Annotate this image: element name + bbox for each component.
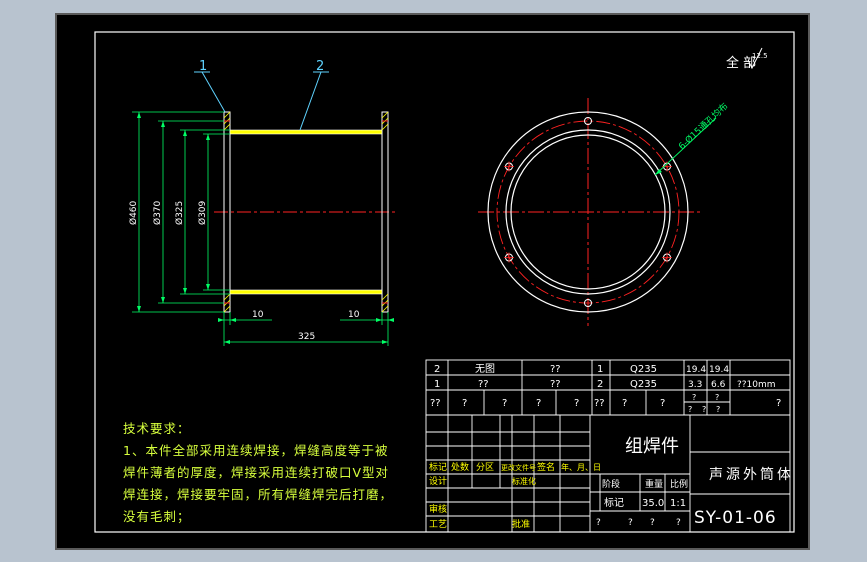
part-name: 声源外筒体 [709, 466, 794, 483]
bom-header-name2: ? [502, 398, 507, 409]
bom-weight: 19.4 [686, 365, 706, 375]
part-label-2: 2 [316, 59, 324, 74]
tb-row-process: 工艺 [429, 519, 447, 530]
bom-note: ??10mm [737, 380, 776, 390]
bom-material: Q235 [630, 364, 657, 375]
scale-value: 1:1 [670, 498, 686, 509]
weight-value: 35.0 [642, 498, 664, 509]
notes-line: 1、本件全部采用连续焊接，焊缝高度等于被 [123, 443, 389, 458]
bom-header-qty2: ? [574, 398, 579, 409]
tb-label-zone: 分区 [476, 462, 494, 473]
bom-name: 无图 [475, 363, 495, 375]
scale-label: 比例 [670, 478, 688, 490]
tb-label-sign: 签名 [537, 461, 555, 473]
notes-heading: 技术要求： [123, 421, 191, 436]
bom-name: ?? [478, 379, 489, 390]
notes-line: 焊件薄者的厚度，焊接采用连续打破口V型对 [123, 465, 390, 480]
bom-header-item: ?? [430, 398, 441, 409]
bom-header-note: ? [776, 398, 781, 409]
tb-row-approve: 批准 [512, 518, 530, 530]
mark-label: 标记 [604, 497, 624, 509]
tb-bottom-2: ? [628, 518, 633, 528]
bom-qty: ?? [550, 364, 561, 375]
bom-index: 1 [597, 364, 603, 375]
notes-line: 没有毛刺； [123, 509, 191, 524]
bom-sub-2: ? [702, 405, 706, 414]
dim-shell-inner: Ø309 [197, 200, 208, 225]
bom-weight-total: 19.4 [709, 365, 729, 375]
bom-sub-1: ? [688, 405, 692, 414]
bom-weight-total: 6.6 [711, 380, 726, 390]
stage-label: 阶段 [602, 478, 620, 490]
bom-header-material: ? [622, 398, 627, 409]
bom-header-qty: ? [536, 398, 541, 409]
drawing-number: SY-01-06 [694, 508, 777, 528]
dim-shell-outer: Ø325 [174, 201, 185, 225]
tb-bottom-3: ? [650, 518, 655, 528]
bom-header-w1: ? [692, 393, 696, 402]
dim-flange-right: 10 [348, 310, 360, 320]
bom-material: Q235 [630, 379, 657, 390]
tb-label-mark: 标记 [429, 461, 447, 473]
tb-row-standard: 标准化 [512, 476, 536, 486]
bom-item: 1 [434, 379, 440, 390]
dim-bolt-circle: Ø370 [152, 200, 163, 225]
tb-label-change: 更改文件号 [501, 463, 536, 472]
bom-item: 2 [434, 364, 440, 375]
technical-requirements: 技术要求： 1、本件全部采用连续焊接，焊缝高度等于被 焊件薄者的厚度，焊接采用连… [123, 418, 413, 528]
bom-header-material2: ? [660, 398, 665, 409]
tb-label-count: 处数 [451, 461, 469, 473]
tb-bottom-1: ? [596, 518, 601, 528]
dim-overall-length: 325 [298, 332, 315, 342]
bom-header-index: ?? [594, 398, 605, 409]
dim-outer-diameter: Ø460 [128, 200, 139, 225]
bom-header-w2: ? [715, 393, 719, 402]
weight-label: 重量 [645, 478, 663, 490]
bom-sub-3: ? [716, 405, 720, 414]
bom-header-name: ? [462, 398, 467, 409]
shell-top-wall [229, 129, 383, 135]
tb-bottom-4: ? [676, 518, 681, 528]
bom-weight: 3.3 [688, 380, 702, 390]
drawing-type: 组焊件 [625, 436, 679, 457]
bom-index: 2 [597, 379, 603, 390]
tb-row-design: 设计 [429, 475, 447, 487]
tb-row-review: 审核 [429, 503, 447, 515]
tb-label-date: 年、月、日 [561, 462, 601, 472]
bom-qty: ?? [550, 379, 561, 390]
dim-flange-left: 10 [252, 310, 264, 320]
notes-line: 焊连接，焊接要牢固，所有焊缝焊完后打磨， [123, 487, 394, 502]
shell-bottom-wall [229, 289, 383, 295]
part-label-1: 1 [199, 59, 207, 74]
cad-viewport[interactable]: 全 部 12.5 1 2 Ø460 Ø370 Ø325 Ø309 10 10 3… [0, 0, 867, 562]
